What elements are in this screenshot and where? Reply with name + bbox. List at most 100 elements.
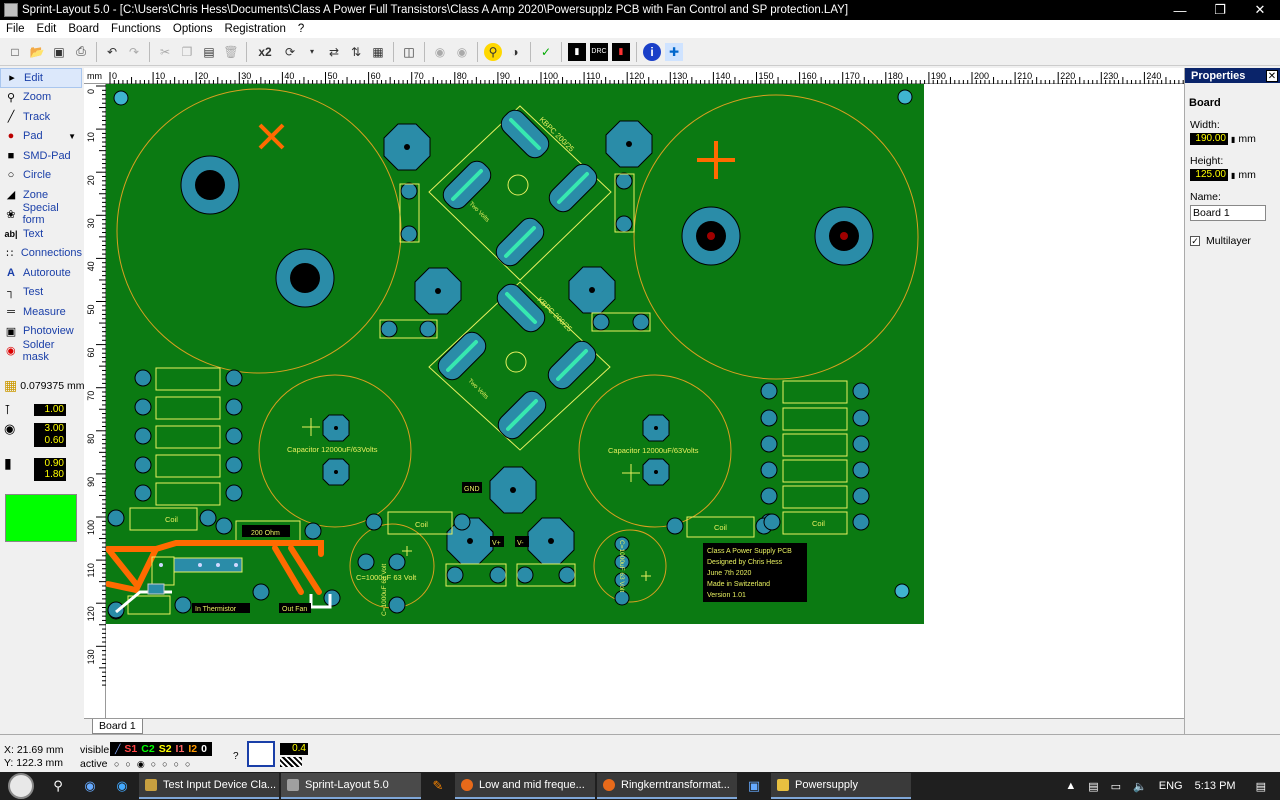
layer-c2[interactable]: C2 xyxy=(141,743,154,755)
transparent-icon[interactable]: ◑ xyxy=(506,43,524,61)
spin-icon[interactable]: ▮ xyxy=(1231,135,1235,144)
smd-height-input[interactable]: 1.80 xyxy=(34,469,66,481)
task-ringkern[interactable]: Ringkerntransformat... xyxy=(597,773,737,799)
layer-s1[interactable]: S1 xyxy=(124,743,137,755)
redo-icon[interactable]: ↷ xyxy=(125,43,143,61)
paste-icon[interactable]: ▤ xyxy=(200,43,218,61)
routing-icon[interactable] xyxy=(247,741,275,767)
group-icon[interactable]: ▦ xyxy=(369,43,387,61)
active-layer-radios[interactable]: ○○◉○○○○ xyxy=(114,759,196,770)
tool-test[interactable]: ┐ Test xyxy=(0,283,82,303)
mirror-horizontal-icon[interactable]: ⇄ xyxy=(325,43,343,61)
layer-i2[interactable]: I2 xyxy=(188,743,197,755)
tool-autoroute[interactable]: A Autoroute xyxy=(0,263,82,283)
save-icon[interactable]: ▣ xyxy=(50,43,68,61)
layer-color-swatch[interactable] xyxy=(5,494,77,542)
pad-outer-input[interactable]: 3.00 xyxy=(34,423,66,435)
align-icon[interactable]: ◫ xyxy=(400,43,418,61)
layer-toggle-icon[interactable]: ╱ xyxy=(115,744,120,755)
help-mark[interactable]: ? xyxy=(233,751,239,762)
layer-i1[interactable]: I1 xyxy=(176,743,185,755)
ruler-label: 10 xyxy=(86,132,96,142)
tool-solder-mask[interactable]: ◉ Solder mask xyxy=(0,339,82,363)
app-icon-2[interactable]: ◉ xyxy=(106,772,138,800)
pcb-board[interactable]: Capacitor 12000uF/63Volts Capacitor 1200… xyxy=(106,84,1184,718)
task-low-mid-freq[interactable]: Low and mid freque... xyxy=(455,773,595,799)
chevron-down-icon[interactable]: ▼ xyxy=(68,132,76,141)
task-powersupply[interactable]: Powersupply xyxy=(771,773,911,799)
info-icon[interactable]: i xyxy=(643,42,661,61)
menu-registration[interactable]: Registration xyxy=(219,23,292,35)
close-button[interactable]: ✕ xyxy=(1240,0,1280,20)
hatch-icon[interactable] xyxy=(280,757,302,767)
start-button[interactable] xyxy=(0,772,42,800)
tool-pad[interactable]: ● Pad ▼ xyxy=(0,127,82,147)
rotate-dropdown-icon[interactable]: ▾ xyxy=(303,43,321,61)
battery-icon[interactable]: ▭ xyxy=(1111,780,1121,793)
zoom-value[interactable]: 0.4 xyxy=(280,743,308,755)
drc-icon[interactable]: DRC xyxy=(590,42,608,61)
menu-board[interactable]: Board xyxy=(62,23,105,35)
print-icon[interactable]: ⎙ xyxy=(72,43,90,61)
open-folder-icon[interactable]: 📂 xyxy=(28,43,46,61)
tool-measure[interactable]: ═ Measure xyxy=(0,302,82,322)
pin-app-icon[interactable]: ✎ xyxy=(422,772,454,800)
tab-board-1[interactable]: Board 1 xyxy=(92,719,143,734)
network-icon[interactable]: ▤ xyxy=(1088,780,1098,793)
tool-circle[interactable]: ○ Circle xyxy=(0,166,82,186)
new-file-icon[interactable]: □ xyxy=(6,43,24,61)
system-tray: ▲ ▤ ▭ 🔈 ENG 5:13 PM ▤ xyxy=(1059,780,1280,793)
zoom-icon[interactable]: ⚲ xyxy=(484,42,502,61)
cut-icon[interactable]: ✂ xyxy=(156,43,174,61)
tool-track[interactable]: ╱ Track xyxy=(0,107,82,127)
tool-edit[interactable]: ▸ Edit xyxy=(0,68,82,88)
board-height-input[interactable]: 125.00 xyxy=(1190,169,1228,181)
board-width-input[interactable]: 190.00 xyxy=(1190,133,1228,145)
close-icon[interactable]: ✕ xyxy=(1266,69,1278,82)
tool-zoom[interactable]: ⚲ Zoom xyxy=(0,88,82,108)
task-sprint-layout[interactable]: Sprint-Layout 5.0 xyxy=(281,773,421,799)
multilayer-checkbox[interactable]: ✓ xyxy=(1190,236,1200,246)
tool-smd-pad[interactable]: ■ SMD-Pad xyxy=(0,146,82,166)
menu-options[interactable]: Options xyxy=(167,23,219,35)
tool-special-form[interactable]: ❀ Special form xyxy=(0,202,82,226)
board-name-input[interactable]: Board 1 xyxy=(1190,205,1266,221)
smd-width-input[interactable]: 0.90 xyxy=(34,457,66,470)
layer-s2[interactable]: S2 xyxy=(159,743,172,755)
task-test-input[interactable]: Test Input Device Cla... xyxy=(139,773,279,799)
menu-functions[interactable]: Functions xyxy=(105,23,167,35)
menu-edit[interactable]: Edit xyxy=(31,23,63,35)
notification-icon[interactable]: ▤ xyxy=(1256,780,1266,793)
maximize-button[interactable]: ❐ xyxy=(1200,0,1240,20)
tray-up-icon[interactable]: ▲ xyxy=(1065,780,1076,792)
pad-inner-input[interactable]: 0.60 xyxy=(34,435,66,447)
grid-setting[interactable]: ▦ 0.079375 mm xyxy=(4,377,84,394)
spin-icon[interactable]: ▮ xyxy=(1231,171,1235,180)
clock[interactable]: 5:13 PM xyxy=(1195,780,1236,792)
menu-help[interactable]: ? xyxy=(292,23,310,35)
snap-icon[interactable]: ✚ xyxy=(665,42,683,61)
rotate-icon[interactable]: ⟳ xyxy=(281,43,299,61)
layer-0[interactable]: 0 xyxy=(201,743,207,755)
mirror-vertical-icon[interactable]: ⇅ xyxy=(347,43,365,61)
track-width-input[interactable]: 1.00 xyxy=(34,404,66,416)
lock-icon[interactable]: ◉ xyxy=(431,43,449,61)
unlock-icon[interactable]: ◉ xyxy=(453,43,471,61)
tool-connections[interactable]: ∷ Connections xyxy=(0,244,82,264)
copy-icon[interactable]: ❐ xyxy=(178,43,196,61)
undo-icon[interactable]: ↶ xyxy=(103,43,121,61)
delete-icon[interactable]: 🗑 xyxy=(222,43,240,61)
search-icon[interactable]: ⚲ xyxy=(42,772,74,800)
component-icon[interactable]: ▮ xyxy=(612,42,630,61)
canvas-workspace[interactable]: Capacitor 12000uF/63Volts Capacitor 1200… xyxy=(106,84,1184,718)
remote-icon[interactable]: ▣ xyxy=(738,772,770,800)
tool-text[interactable]: ab| Text xyxy=(0,224,82,244)
drill-icon[interactable]: ▮ xyxy=(568,42,586,61)
browser-icon[interactable]: ◉ xyxy=(74,772,106,800)
minimize-button[interactable]: — xyxy=(1160,0,1200,20)
menu-file[interactable]: File xyxy=(0,23,31,35)
autoroute-toolbar-icon[interactable]: ✓ xyxy=(537,43,555,61)
language-indicator[interactable]: ENG xyxy=(1159,780,1183,792)
duplicate-x2-button[interactable]: x2 xyxy=(253,43,277,61)
volume-icon[interactable]: 🔈 xyxy=(1133,780,1147,793)
